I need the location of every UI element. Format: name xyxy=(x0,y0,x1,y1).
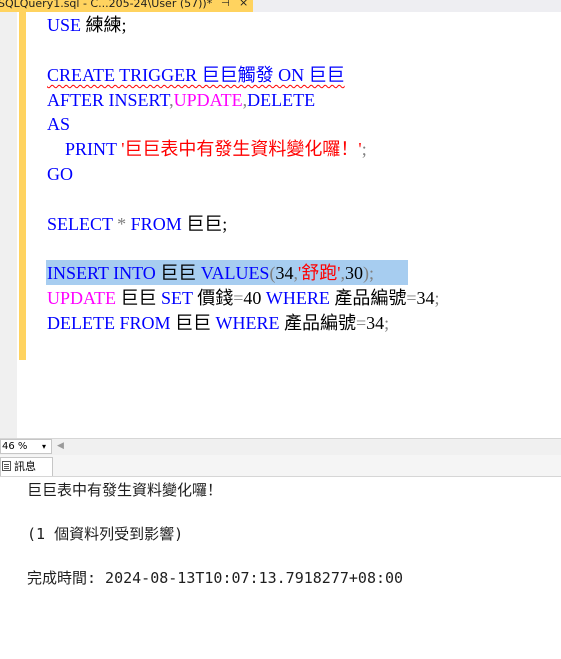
messages-pane[interactable]: 巨巨表中有發生資料變化囉！ (1 個資料列受到影響) 完成時間: 2024-08… xyxy=(0,477,561,659)
tab-messages[interactable]: 訊息 xyxy=(0,457,53,476)
message-line-completion-time: 完成時間: 2024-08-13T10:07:13.7918277+08:00 xyxy=(27,569,404,587)
editor-status-strip: 46 % ▾ ◀ xyxy=(0,438,561,455)
code-line-4: AFTER INSERT,UPDATE,DELETE xyxy=(47,90,316,110)
chevron-down-icon[interactable]: ▾ xyxy=(42,440,46,453)
zoom-dropdown[interactable]: 46 % ▾ xyxy=(0,439,52,454)
code-line-1: USE 練練; xyxy=(47,15,127,35)
tab-messages-label: 訊息 xyxy=(14,460,36,473)
scroll-left-icon[interactable]: ◀ xyxy=(57,441,64,451)
message-line-print: 巨巨表中有發生資料變化囉！ xyxy=(27,481,223,499)
message-icon xyxy=(2,461,11,471)
code-line-12: UPDATE 巨巨 SET 價錢=40 WHERE 產品編號=34; xyxy=(47,288,440,308)
close-icon[interactable]: × xyxy=(239,0,248,8)
code-line-9: SELECT * FROM 巨巨; xyxy=(47,214,228,234)
document-tab-bar: SQLQuery1.sql - C...205-24\User (57))* ⊣… xyxy=(0,0,561,12)
code-line-7: GO xyxy=(47,164,73,184)
code-line-3: CREATE TRIGGER 巨巨觸發 ON 巨巨 xyxy=(47,65,345,85)
editor-gutter xyxy=(0,12,17,438)
document-tab[interactable]: SQLQuery1.sql - C...205-24\User (57))* ⊣… xyxy=(0,0,253,12)
change-tracking-bar xyxy=(19,12,26,360)
code-line-6: PRINT '巨巨表中有發生資料變化囉！'; xyxy=(65,139,367,159)
pin-icon[interactable]: ⊣ xyxy=(221,0,230,9)
code-line-13: DELETE FROM 巨巨 WHERE 產品編號=34; xyxy=(47,313,390,333)
code-line-11: INSERT INTO 巨巨 VALUES(34,'舒跑',30); xyxy=(47,263,374,283)
results-tab-bar: 訊息 xyxy=(0,455,561,477)
code-line-5: AS xyxy=(47,114,71,134)
zoom-value: 46 % xyxy=(2,441,28,452)
tab-title: SQLQuery1.sql - C...205-24\User (57))* xyxy=(0,0,213,10)
message-line-rows-affected: (1 個資料列受到影響) xyxy=(27,525,184,543)
